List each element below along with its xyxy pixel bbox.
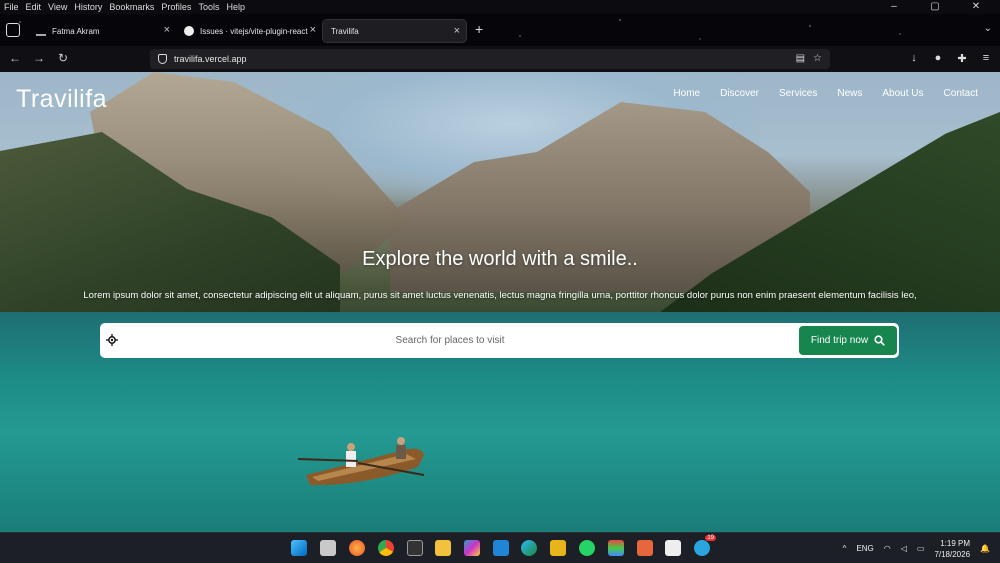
maximize-button[interactable]: ▢ xyxy=(918,0,952,14)
app-icon[interactable] xyxy=(550,540,566,556)
chevron-down-icon[interactable]: ⌄ xyxy=(984,23,992,34)
system-tray: ^ ENG ◠ ◁ ▭ 1:19 PM 7/18/2026 🔔 xyxy=(843,533,990,563)
paint-icon[interactable] xyxy=(608,540,624,556)
nav-discover[interactable]: Discover xyxy=(720,88,759,99)
shield-icon xyxy=(158,54,167,64)
navigation-bar: ← → ↻ travilifa.vercel.app ▤ ☆ ↓ ● ✚ ≡ xyxy=(0,46,1000,72)
tab-label: Issues · vitejs/vite-plugin-react xyxy=(200,26,308,36)
app-icon[interactable] xyxy=(637,540,653,556)
chrome-icon[interactable] xyxy=(378,540,394,556)
find-trip-button[interactable]: Find trip now xyxy=(799,326,897,355)
rowboat-image xyxy=(298,437,425,486)
minimize-button[interactable]: – xyxy=(877,0,911,14)
forward-icon[interactable]: → xyxy=(31,51,47,65)
copilot-icon[interactable] xyxy=(464,540,480,556)
nav-home[interactable]: Home xyxy=(673,88,700,99)
reload-icon[interactable]: ↻ xyxy=(55,51,71,65)
file-explorer-icon[interactable] xyxy=(435,540,451,556)
app-menu-icon[interactable]: ≡ xyxy=(980,52,992,65)
find-trip-label: Find trip now xyxy=(810,335,869,346)
nav-services[interactable]: Services xyxy=(779,88,817,99)
menu-tools[interactable]: Tools xyxy=(198,2,219,12)
close-window-button[interactable]: ✕ xyxy=(959,0,993,14)
account-icon[interactable]: ● xyxy=(932,52,944,65)
tab-issues[interactable]: Issues · vitejs/vite-plugin-react × xyxy=(176,19,322,43)
close-tab-icon[interactable]: × xyxy=(164,24,170,36)
whatsapp-icon[interactable] xyxy=(579,540,595,556)
menu-history[interactable]: History xyxy=(74,2,102,12)
search-bar: Find trip now xyxy=(100,323,899,358)
menu-edit[interactable]: Edit xyxy=(26,2,42,12)
language-indicator[interactable]: ENG xyxy=(856,544,873,553)
github-icon xyxy=(184,26,194,36)
close-tab-icon[interactable]: × xyxy=(310,24,316,36)
search-icon xyxy=(874,335,885,346)
menu-bar: File Edit View History Bookmarks Profile… xyxy=(0,0,1000,14)
download-icon[interactable]: ↓ xyxy=(908,52,920,65)
search-input[interactable] xyxy=(130,329,770,352)
clock-date: 7/18/2026 xyxy=(934,549,971,559)
edge-icon[interactable] xyxy=(521,540,537,556)
menu-view[interactable]: View xyxy=(48,2,67,12)
tab-list-icon[interactable] xyxy=(6,23,20,37)
nav-about-us[interactable]: About Us xyxy=(882,88,923,99)
notification-badge: 19 xyxy=(705,535,716,541)
site-brand[interactable]: Travilifa xyxy=(16,85,107,114)
page-favicon-icon xyxy=(36,26,46,36)
telegram-icon[interactable]: 19 xyxy=(694,535,716,556)
nav-news[interactable]: News xyxy=(837,88,862,99)
locate-icon xyxy=(106,334,118,346)
tab-label: Travilifa xyxy=(331,26,359,36)
hero-section xyxy=(0,72,1000,532)
hero-headline: Explore the world with a smile.. xyxy=(362,248,638,270)
new-tab-icon[interactable]: + xyxy=(475,21,483,37)
wifi-icon[interactable]: ◠ xyxy=(884,544,891,553)
tab-bar: Fatma Akram × Issues · vitejs/vite-plugi… xyxy=(0,14,1000,46)
clock-time: 1:19 PM xyxy=(940,538,971,548)
menu-profiles[interactable]: Profiles xyxy=(161,2,191,12)
video-editor-icon[interactable] xyxy=(407,540,423,556)
volume-icon[interactable]: ◁ xyxy=(901,544,907,553)
close-tab-icon[interactable]: × xyxy=(454,25,460,37)
start-menu-icon[interactable] xyxy=(291,540,307,556)
site-nav: Home Discover Services News About Us Con… xyxy=(673,88,978,99)
battery-icon[interactable]: ▭ xyxy=(917,544,925,553)
tab-label: Fatma Akram xyxy=(52,26,100,36)
chevron-up-icon[interactable]: ^ xyxy=(843,544,847,553)
notifications-bell-icon[interactable]: 🔔 xyxy=(980,544,990,553)
taskbar: 19 ^ ENG ◠ ◁ ▭ 1:19 PM 7/18/2026 🔔 xyxy=(0,532,1000,563)
vscode-icon[interactable] xyxy=(493,540,509,556)
reader-view-icon[interactable]: ▤ xyxy=(796,53,805,64)
menu-bookmarks[interactable]: Bookmarks xyxy=(109,2,154,12)
tab-fatma[interactable]: Fatma Akram × xyxy=(28,19,176,43)
menu-help[interactable]: Help xyxy=(226,2,245,12)
tab-travilifa[interactable]: Travilifa × xyxy=(322,19,467,43)
url-text: travilifa.vercel.app xyxy=(174,54,247,64)
extensions-icon[interactable]: ✚ xyxy=(956,52,968,65)
firefox-icon[interactable] xyxy=(349,540,365,556)
menu-file[interactable]: File xyxy=(4,2,19,12)
back-icon[interactable]: ← xyxy=(7,51,23,65)
nav-contact[interactable]: Contact xyxy=(944,88,978,99)
address-bar[interactable]: travilifa.vercel.app ▤ ☆ xyxy=(150,49,830,69)
bookmark-star-icon[interactable]: ☆ xyxy=(813,53,822,64)
clock[interactable]: 1:19 PM 7/18/2026 xyxy=(934,538,970,560)
hero-description: Lorem ipsum dolor sit amet, consectetur … xyxy=(83,290,917,301)
task-view-icon[interactable] xyxy=(320,540,336,556)
app-icon[interactable] xyxy=(665,540,681,556)
